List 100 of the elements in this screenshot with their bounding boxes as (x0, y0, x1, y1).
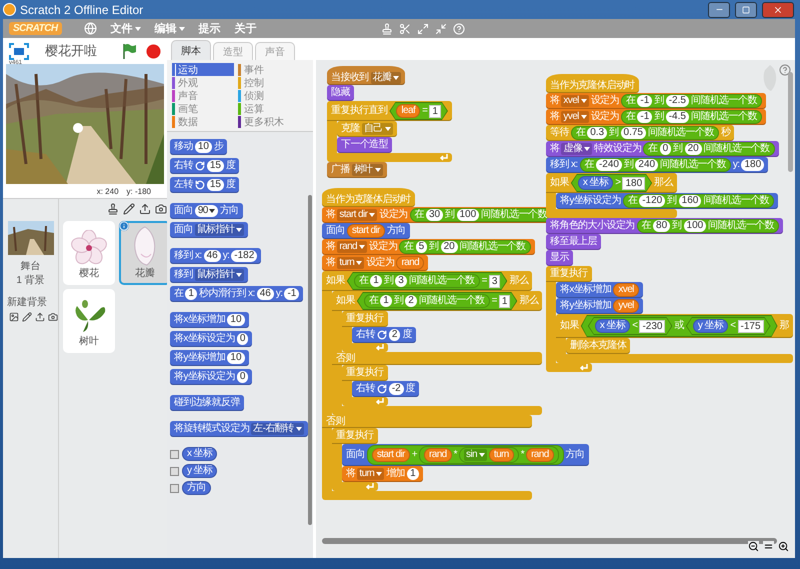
block-label: 到 (673, 143, 683, 155)
block-label: = (482, 275, 487, 287)
block-label: 在 (642, 220, 652, 232)
backdrop-count: 1 背景 (16, 274, 45, 287)
block-label: 在 (626, 95, 636, 107)
block-label: 当接收到 (331, 72, 369, 84)
block-label: 到 (429, 241, 439, 253)
block-label: 那么 (654, 177, 673, 189)
block-label: 如果 (326, 275, 345, 287)
block-label: 隐藏 (331, 87, 350, 99)
block-label: 下一个造型 (341, 139, 388, 151)
block-label: 间随机选一个数 (418, 295, 485, 307)
block-label: 那么 (509, 275, 528, 287)
block-label: 将角色的大小设定为 (550, 220, 635, 232)
block-label: 将 (326, 241, 336, 253)
block-label: 到 (672, 220, 682, 232)
block-label: 间随机选一个数 (460, 241, 526, 253)
block-label: 将x坐标设定为 (174, 333, 235, 345)
else-bar: 否则 (332, 352, 542, 365)
block-label: 间随机选一个数 (408, 275, 475, 287)
block-label: 在 (404, 241, 414, 253)
block-label: 度 (226, 179, 236, 191)
block-label: 在 (648, 143, 658, 155)
category-label: 外观 (178, 76, 198, 90)
block-label: 将y坐标增加 (560, 300, 612, 312)
block-label: 度 (402, 329, 412, 341)
block-label: 或 (674, 320, 684, 332)
block-label: 将 (550, 95, 560, 107)
block-label: 左转 (174, 179, 193, 191)
block-label: 广播 (331, 164, 350, 176)
block-label: 方向 (566, 449, 584, 461)
block-label: y: (222, 250, 230, 262)
block-label: 设定为 (366, 257, 394, 269)
block-label: < (730, 320, 736, 332)
block-label: 那么 (519, 295, 538, 307)
block-label: 将y坐标设定为 (560, 195, 621, 207)
block-label: 显示 (550, 252, 569, 264)
block-label: 间随机选一个数 (690, 95, 757, 107)
block-label: 设定为 (590, 95, 619, 107)
block-label: 方向 (386, 225, 406, 237)
block-label: 克隆 (341, 123, 360, 135)
block-label: 间随机选一个数 (648, 127, 714, 139)
block-label: 间随机选一个数 (704, 143, 770, 155)
block-label: 右转 (356, 383, 375, 395)
block-label: 将 (346, 468, 356, 480)
block-label: 度 (406, 383, 416, 395)
block-label: 在 (628, 195, 638, 207)
block-label: > (615, 177, 620, 189)
block-label: 间随机选一个数 (708, 220, 774, 232)
block-label: 将 (550, 111, 560, 123)
block-label: 移到 (174, 269, 193, 281)
block-label: 在 (414, 209, 424, 221)
block-label: 将旋转模式设定为 (174, 423, 250, 435)
block-label: 将y坐标增加 (174, 352, 226, 364)
block-label: 到 (624, 159, 634, 171)
new-backdrop-label: 新建背景 (7, 296, 47, 309)
block-label: 重复执行 (346, 367, 384, 379)
block-label: + (412, 449, 418, 461)
block-label: 在 (576, 127, 586, 139)
block-label: y: (276, 288, 282, 300)
block-label: 到 (654, 111, 664, 123)
block-label: 在 (174, 288, 184, 300)
category-label: 画笔 (178, 102, 198, 116)
block-label: 在 (626, 111, 636, 123)
block-label: 设定为 (379, 209, 408, 221)
block-label: 间随机选一个数 (690, 111, 757, 123)
block-label: 右转 (356, 329, 375, 341)
block-label: 将 (550, 143, 560, 155)
block-label: 到 (384, 275, 394, 287)
category-label: 运算 (244, 102, 264, 116)
block-label: 特效设定为 (594, 143, 642, 155)
stage-label: 舞台 (20, 260, 40, 273)
block-label: 到 (394, 295, 404, 307)
block-label: 秒内滑行到 x: (198, 288, 255, 300)
category-label: 事件 (244, 64, 264, 76)
category-label: 数据 (178, 116, 198, 128)
block-label: 如果 (560, 320, 579, 332)
block-label: 方向 (220, 205, 239, 217)
block-label: 将y坐标设定为 (174, 371, 235, 383)
block-label: 面向 (174, 205, 193, 217)
block-label: 将 (326, 257, 336, 269)
block-label: 移到 x: (550, 159, 578, 171)
sprite-name: 樱花 (79, 266, 99, 280)
block-label: 到 (445, 209, 454, 221)
block-label: = (422, 105, 428, 117)
sprite-name: 树叶 (79, 334, 99, 348)
block-label: 到 (609, 127, 619, 139)
block-label: * (454, 449, 457, 461)
block-label: 重复执行 (336, 430, 374, 442)
block-label: 间随机选一个数 (481, 209, 547, 221)
block-label: 间随机选一个数 (660, 159, 726, 171)
block-label: 删除本克隆体 (570, 340, 626, 352)
block-label: 当作为克隆体启动时 (550, 80, 635, 92)
block-label: y: (732, 159, 740, 171)
block-label: 在 (584, 159, 594, 171)
block-label: 增加 (386, 468, 406, 480)
block-label: 将x坐标增加 (560, 284, 612, 296)
block-label: 重复执行 (550, 268, 588, 280)
block-label: 面向 (174, 224, 193, 236)
block-label: 面向 (346, 449, 365, 461)
